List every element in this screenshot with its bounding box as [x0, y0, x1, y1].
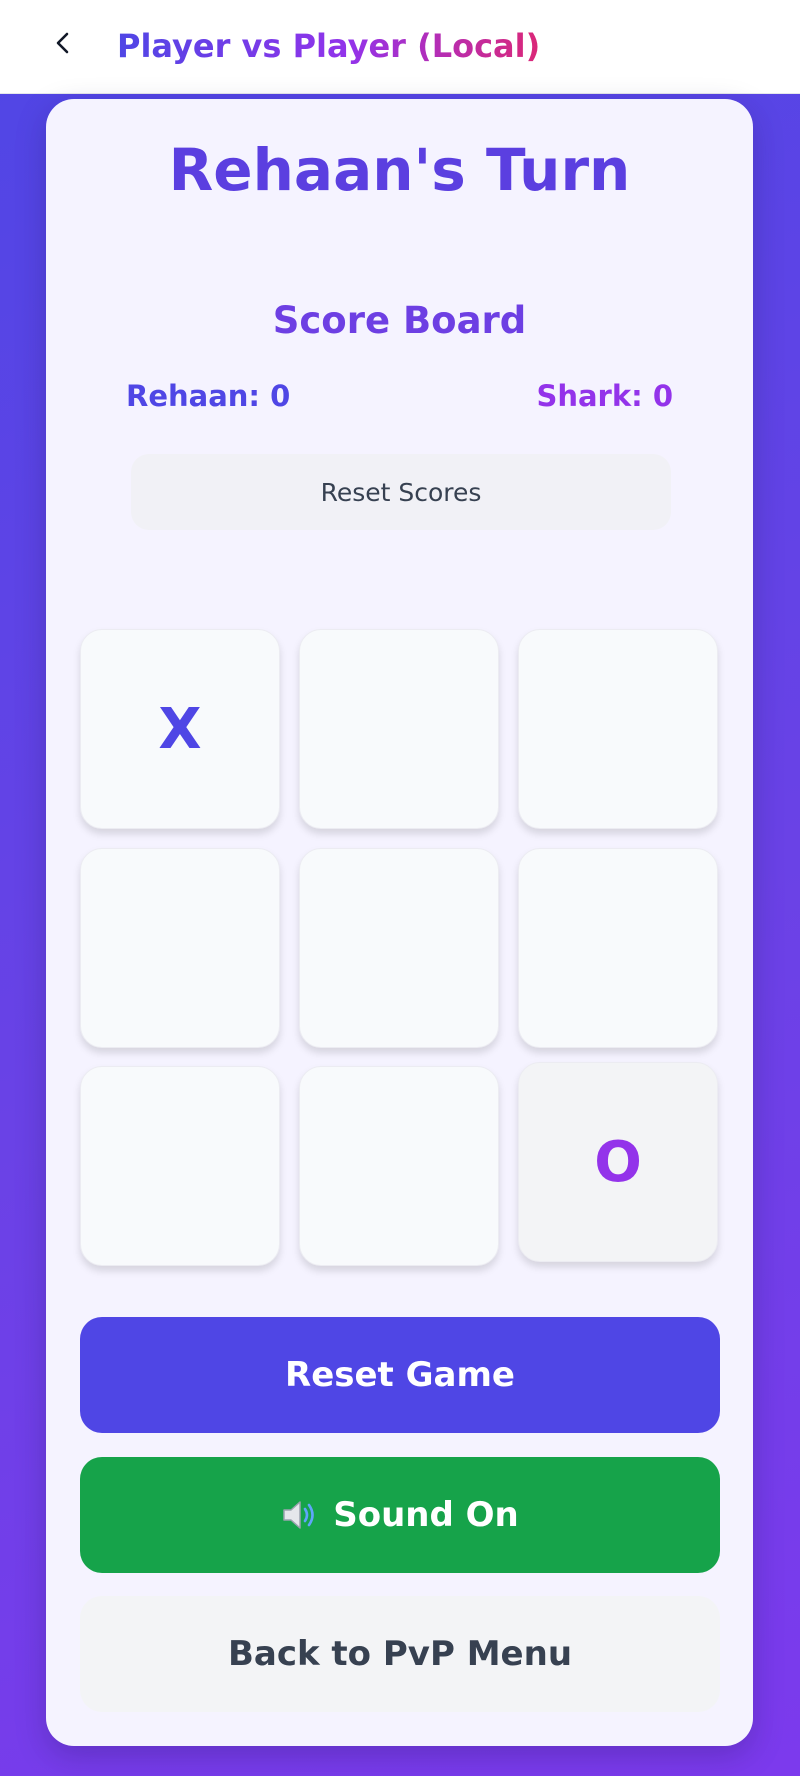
- player1-score: Rehaan: 0: [126, 379, 291, 413]
- game-board: X O: [80, 629, 720, 1269]
- board-cell-7[interactable]: [80, 1066, 280, 1266]
- board-cell-2[interactable]: [299, 629, 499, 829]
- reset-game-button[interactable]: Reset Game: [80, 1317, 720, 1433]
- speaker-icon: [281, 1499, 319, 1531]
- board-cell-3[interactable]: [518, 629, 718, 829]
- reset-scores-button[interactable]: Reset Scores: [131, 454, 671, 530]
- turn-indicator: Rehaan's Turn: [168, 136, 631, 204]
- scoreboard-title: Score Board: [272, 299, 527, 342]
- sound-label: Sound On: [333, 1495, 519, 1535]
- board-cell-1[interactable]: X: [80, 629, 280, 829]
- board-cell-9[interactable]: O: [518, 1062, 718, 1262]
- page-title: Player vs Player (Local): [117, 24, 540, 68]
- board-cell-5[interactable]: [299, 848, 499, 1048]
- chevron-left-icon: [51, 31, 75, 59]
- back-button[interactable]: [40, 22, 86, 68]
- board-cell-6[interactable]: [518, 848, 718, 1048]
- back-to-menu-label: Back to PvP Menu: [227, 1634, 573, 1674]
- back-to-menu-button[interactable]: Back to PvP Menu: [80, 1596, 720, 1712]
- board-cell-8[interactable]: [299, 1066, 499, 1266]
- board-cell-4[interactable]: [80, 848, 280, 1048]
- game-card: Rehaan's Turn Score Board Rehaan: 0 Shar…: [46, 99, 753, 1746]
- reset-game-label: Reset Game: [285, 1355, 515, 1395]
- player2-score: Shark: 0: [536, 379, 673, 413]
- app-bar: Player vs Player (Local): [0, 0, 800, 94]
- sound-toggle-button[interactable]: Sound On: [80, 1457, 720, 1573]
